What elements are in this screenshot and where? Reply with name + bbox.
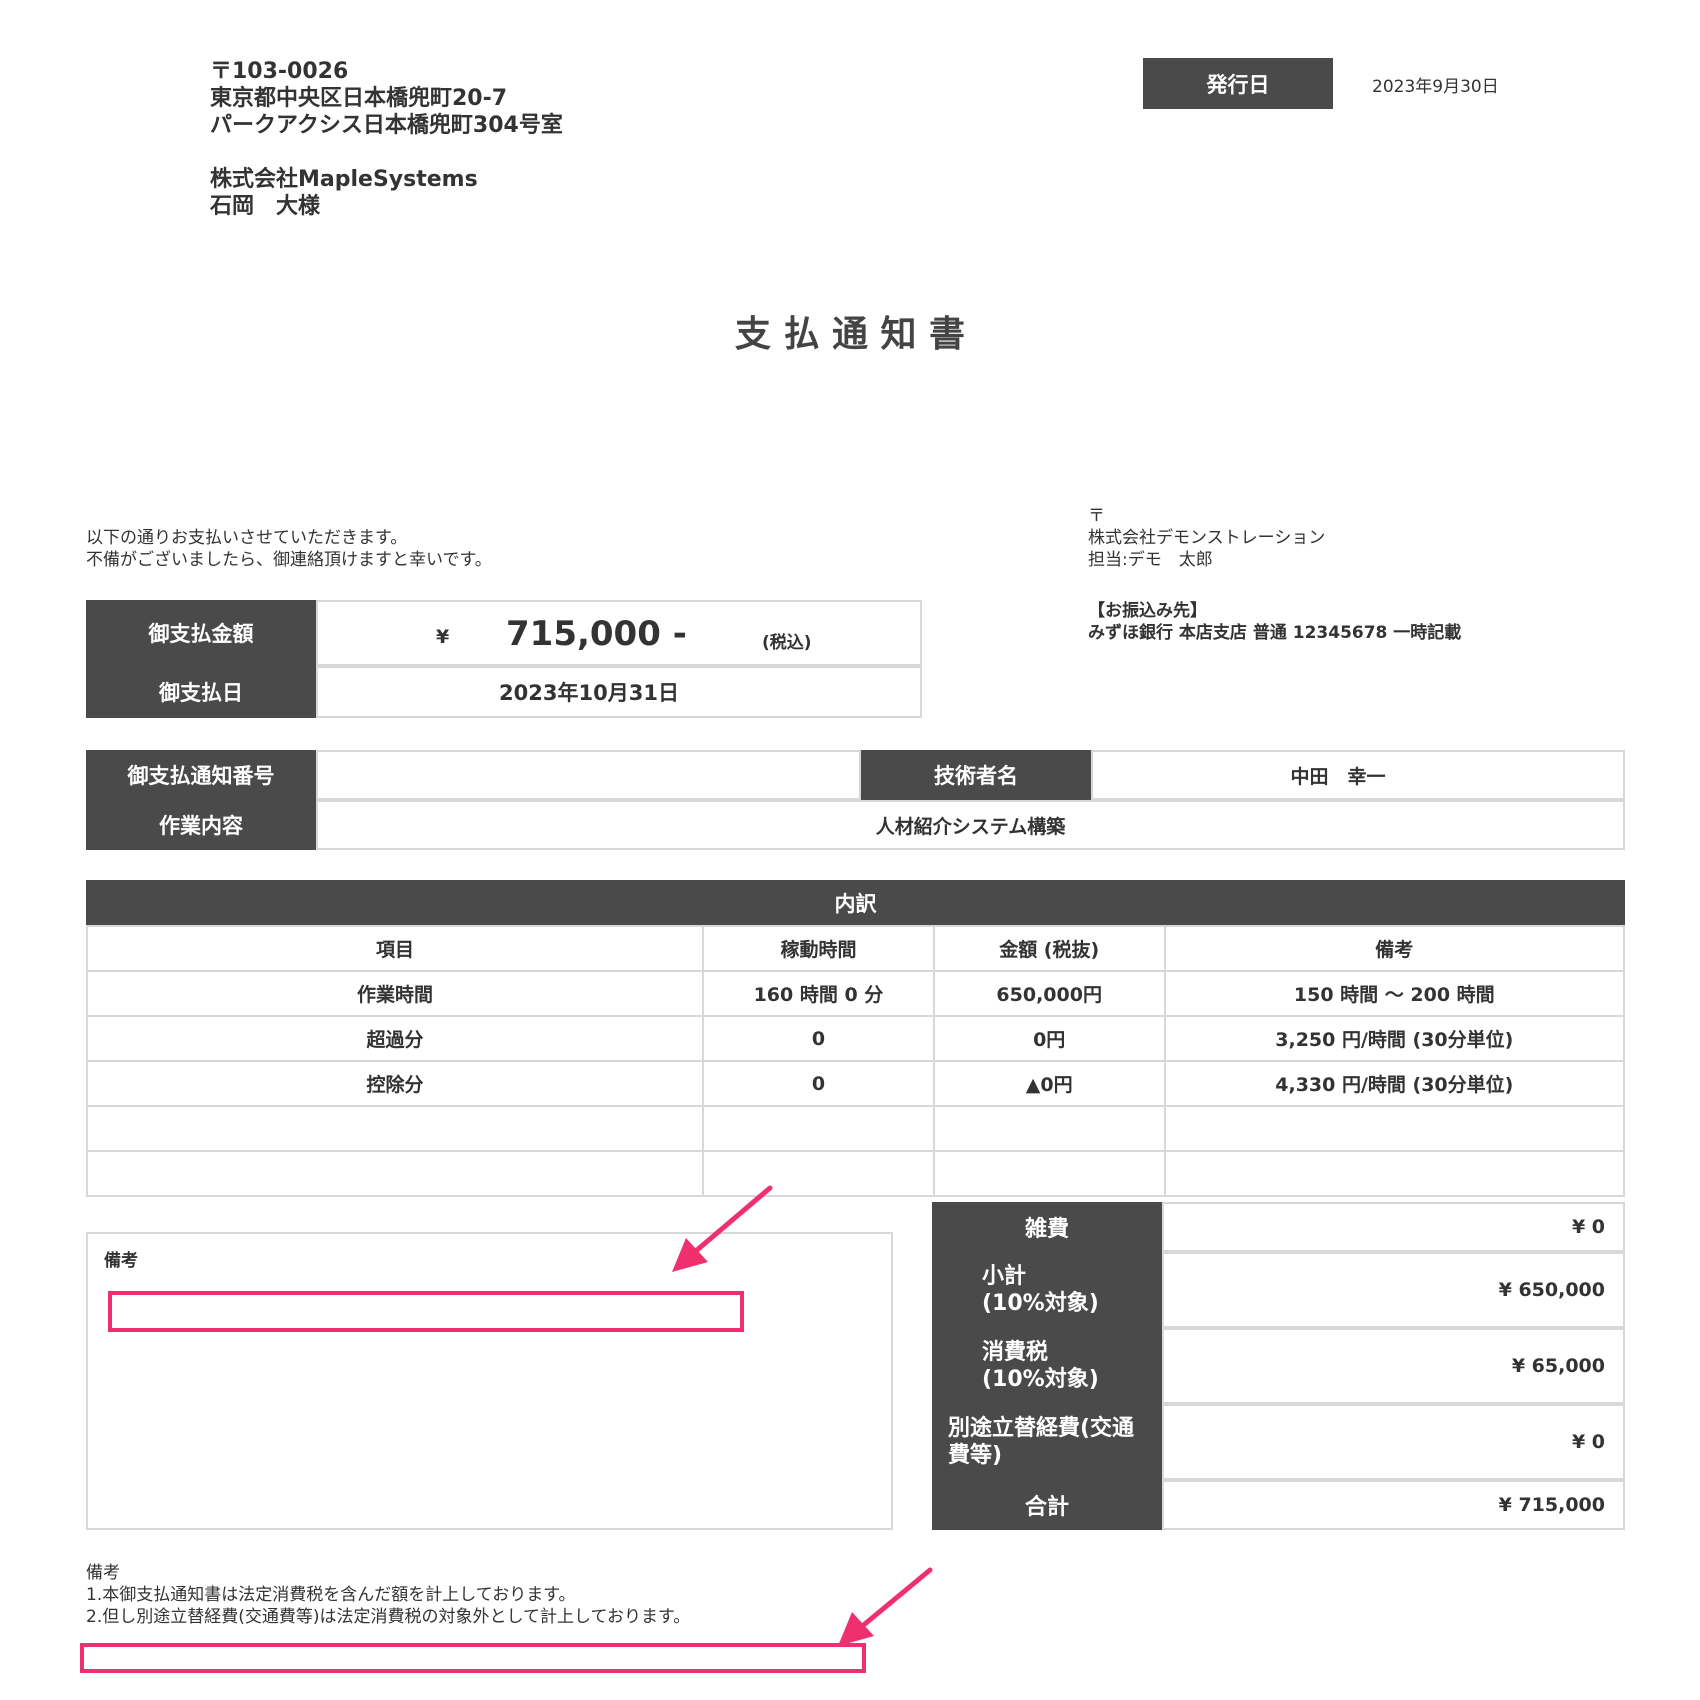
cell-amount: 0円 <box>932 1015 1166 1062</box>
currency-symbol: ¥ <box>436 626 450 648</box>
recipient-person: 石岡 大様 <box>210 194 321 219</box>
consumption-tax-value: ¥ 65,000 <box>1162 1328 1625 1404</box>
table-row <box>85 1150 1626 1197</box>
work-content-label: 作業内容 <box>86 800 316 850</box>
annotation-highlight-box-remarks <box>108 1291 744 1332</box>
misc-expense-value: ¥ 0 <box>1162 1202 1625 1252</box>
cell-hours: 0 <box>702 1015 935 1062</box>
payment-amount-label: 御支払金額 <box>86 600 316 666</box>
issue-date-value: 2023年9月30日 <box>1372 77 1499 97</box>
notice-number-label: 御支払通知番号 <box>86 750 316 800</box>
intro-line2: 不備がございましたら、御連絡頂けますと幸いです。 <box>86 550 492 570</box>
bank-info: みずほ銀行 本店支店 普通 12345678 一時記載 <box>1088 623 1462 643</box>
notes-block: 備考 1.本御支払通知書は法定消費税を含んだ額を計上しております。 2.但し別途… <box>86 1562 690 1628</box>
work-content: 人材紹介システム構築 <box>316 800 1625 850</box>
cell-amount <box>932 1105 1166 1152</box>
cell-remarks: 150 時間 〜 200 時間 <box>1163 970 1626 1017</box>
separate-expense-value: ¥ 0 <box>1162 1404 1625 1480</box>
cell-item <box>85 1105 705 1152</box>
table-row <box>85 1105 1626 1152</box>
column-header-amount: 金額 (税抜) <box>932 925 1166 972</box>
engineer-name: 中田 幸一 <box>1091 750 1625 800</box>
breakdown-header-row: 項目 稼動時間 金額 (税抜) 備考 <box>85 925 1626 972</box>
column-header-hours: 稼動時間 <box>702 925 935 972</box>
cell-hours <box>702 1105 935 1152</box>
cell-amount <box>932 1150 1166 1197</box>
breakdown-header: 内訳 <box>86 880 1625 926</box>
recipient-address-line2: パークアクシス日本橋兜町304号室 <box>210 113 563 138</box>
issue-date-label: 発行日 <box>1143 58 1333 109</box>
breakdown-table: 項目 稼動時間 金額 (税抜) 備考 作業時間 160 時間 0 分 650,0… <box>85 925 1626 1197</box>
payment-date-label: 御支払日 <box>86 666 316 718</box>
cell-item: 作業時間 <box>85 970 705 1017</box>
column-header-item: 項目 <box>85 925 705 972</box>
issuer-postal: 〒 <box>1088 506 1105 526</box>
cell-amount: ▲0円 <box>932 1060 1166 1107</box>
separate-expense-label: 別途立替経費(交通費等) <box>932 1404 1162 1480</box>
annotation-arrow-icon <box>838 1567 933 1646</box>
issuer-block: 〒 株式会社デモンストレーション 担当:デモ 太郎 【お振込み先】 みずほ銀行 … <box>1088 505 1461 644</box>
misc-expense-label-text: 雑費 <box>1024 1217 1069 1242</box>
cell-amount: 650,000円 <box>932 970 1166 1017</box>
column-header-remarks: 備考 <box>1163 925 1626 972</box>
table-row: 控除分 0 ▲0円 4,330 円/時間 (30分単位) <box>85 1060 1626 1107</box>
payment-date: 2023年10月31日 <box>316 666 922 718</box>
issuer-contact: 担当:デモ 太郎 <box>1088 550 1213 570</box>
recipient-company: 株式会社MapleSystems <box>210 167 478 192</box>
tax-included-note: (税込) <box>762 633 812 653</box>
subtotal-value: ¥ 650,000 <box>1162 1252 1625 1328</box>
recipient-postal: 〒103-0026 <box>210 59 349 84</box>
engineer-name-label: 技術者名 <box>861 750 1091 800</box>
notice-number-value <box>316 750 861 800</box>
cell-item <box>85 1150 705 1197</box>
intro-line1: 以下の通りお支払いさせていただきます。 <box>86 528 408 548</box>
cell-item: 超過分 <box>85 1015 705 1062</box>
issuer-company: 株式会社デモンストレーション <box>1088 528 1326 548</box>
payment-amount-cell: ¥ 715,000 - (税込) <box>316 600 922 666</box>
annotation-arrow-icon <box>672 1185 773 1272</box>
bank-label: 【お振込み先】 <box>1088 601 1207 621</box>
cell-remarks: 4,330 円/時間 (30分単位) <box>1163 1060 1626 1107</box>
total-value: ¥ 715,000 <box>1162 1480 1625 1530</box>
total-label-text: 合計 <box>1024 1495 1069 1520</box>
misc-expense-label: 雑費 <box>932 1202 1162 1252</box>
cell-hours: 160 時間 0 分 <box>702 970 935 1017</box>
remarks-box-label: 備考 <box>104 1251 138 1271</box>
cell-remarks: 3,250 円/時間 (30分単位) <box>1163 1015 1626 1062</box>
intro-text: 以下の通りお支払いさせていただきます。 不備がございましたら、御連絡頂けますと幸… <box>86 527 492 571</box>
notes-title: 備考 <box>86 1563 120 1583</box>
cell-remarks <box>1163 1150 1626 1197</box>
table-row: 作業時間 160 時間 0 分 650,000円 150 時間 〜 200 時間 <box>85 970 1626 1017</box>
cell-hours: 0 <box>702 1060 935 1107</box>
total-label: 合計 <box>932 1480 1162 1530</box>
consumption-tax-label: 消費税 (10%対象) <box>932 1328 1162 1404</box>
document-title: 支 払 通 知 書 <box>734 314 966 355</box>
notes-line1: 1.本御支払通知書は法定消費税を含んだ額を計上しております。 <box>86 1585 576 1605</box>
annotation-highlight-box-notes <box>80 1643 866 1673</box>
consumption-tax-label-text: 消費税 (10%対象) <box>982 1340 1099 1392</box>
recipient-address-line1: 東京都中央区日本橋兜町20-7 <box>210 86 508 111</box>
cell-remarks <box>1163 1105 1626 1152</box>
notes-line2: 2.但し別途立替経費(交通費等)は法定消費税の対象外として計上しております。 <box>86 1607 691 1627</box>
subtotal-label-text: 小計 (10%対象) <box>982 1264 1099 1316</box>
separate-expense-label-text: 別途立替経費(交通費等) <box>948 1416 1135 1468</box>
cell-item: 控除分 <box>85 1060 705 1107</box>
payment-amount: 715,000 - <box>506 614 687 654</box>
recipient-block: 〒103-0026 東京都中央区日本橋兜町20-7 パークアクシス日本橋兜町30… <box>210 58 563 220</box>
table-row: 超過分 0 0円 3,250 円/時間 (30分単位) <box>85 1015 1626 1062</box>
subtotal-label: 小計 (10%対象) <box>932 1252 1162 1328</box>
